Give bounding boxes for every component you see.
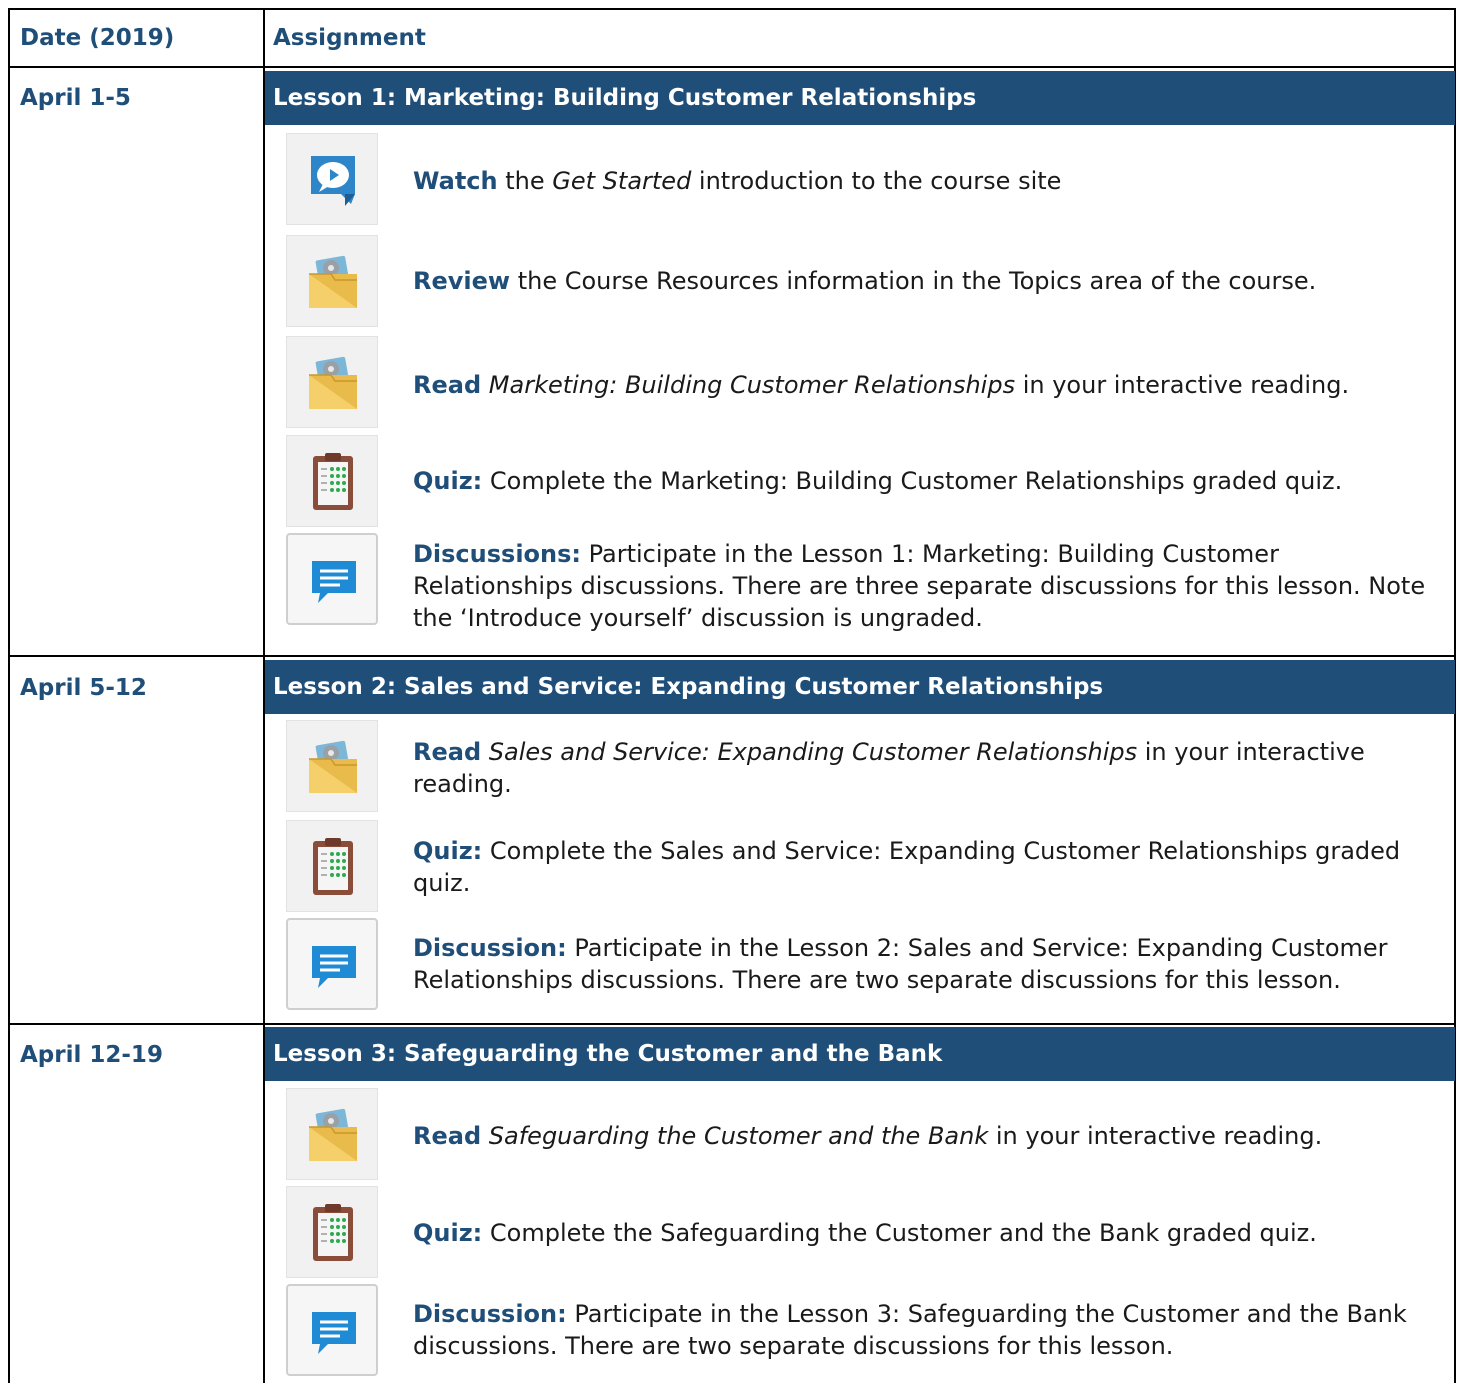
- assignment-column-header: Assignment: [273, 25, 426, 51]
- assignment-action: Discussion:: [413, 1300, 567, 1328]
- resources-folder-icon: [286, 1088, 378, 1180]
- quiz-clipboard-icon: [286, 820, 378, 912]
- row-divider: [8, 655, 1456, 657]
- assignment-description: [481, 1122, 489, 1150]
- assignment-action: Quiz:: [413, 837, 483, 865]
- lesson-date: April 1-5: [20, 85, 131, 111]
- assignment-text: Watch the Get Started introduction to th…: [413, 165, 1443, 197]
- date-column-header: Date (2019): [20, 25, 175, 51]
- assignment-item: Read Sales and Service: Expanding Custom…: [286, 720, 1446, 816]
- assignment-description: Complete the Safeguarding the Customer a…: [482, 1219, 1317, 1247]
- assignment-action: Quiz:: [413, 467, 483, 495]
- resources-folder-icon: [286, 235, 378, 327]
- assignment-schedule-table: Date (2019) Assignment April 1-5 April 5…: [0, 0, 1460, 1383]
- assignment-text: Quiz: Complete the Safeguarding the Cust…: [413, 1217, 1443, 1249]
- assignment-item: Discussions: Participate in the Lesson 1…: [286, 533, 1446, 653]
- assignment-item: Read Safeguarding the Customer and the B…: [286, 1088, 1446, 1184]
- row-divider: [8, 1023, 1456, 1025]
- assignment-description: [481, 738, 489, 766]
- video-chat-icon: [286, 133, 378, 225]
- assignment-text: Discussion: Participate in the Lesson 2:…: [413, 932, 1443, 996]
- assignment-item: Watch the Get Started introduction to th…: [286, 133, 1446, 229]
- assignment-action: Read: [413, 738, 482, 766]
- lesson-date: April 5-12: [20, 675, 147, 701]
- assignment-action: Read: [413, 1122, 482, 1150]
- resources-folder-icon: [286, 336, 378, 428]
- lesson-date: April 12-19: [20, 1042, 163, 1068]
- lesson-title: Lesson 1: Marketing: Building Customer R…: [273, 85, 977, 111]
- lesson-title-bar: Lesson 3: Safeguarding the Customer and …: [265, 1027, 1455, 1081]
- assignment-action: Review: [413, 267, 511, 295]
- resources-folder-icon: [286, 720, 378, 812]
- assignment-text: Quiz: Complete the Sales and Service: Ex…: [413, 835, 1443, 899]
- assignment-reading-title: Marketing: Building Customer Relationshi…: [488, 371, 1016, 399]
- assignment-reading-title: Sales and Service: Expanding Customer Re…: [488, 738, 1138, 766]
- assignment-item: Discussion: Participate in the Lesson 3:…: [286, 1284, 1446, 1382]
- discussion-bubble-icon: [286, 533, 378, 625]
- assignment-description: Complete the Marketing: Building Custome…: [482, 467, 1343, 495]
- assignment-description: [481, 371, 489, 399]
- discussion-bubble-icon: [286, 918, 378, 1010]
- quiz-clipboard-icon: [286, 1186, 378, 1278]
- lesson-title: Lesson 3: Safeguarding the Customer and …: [273, 1041, 943, 1067]
- assignment-description: in your interactive reading.: [988, 1122, 1323, 1150]
- assignment-description: in your interactive reading.: [1015, 371, 1350, 399]
- assignment-item: Quiz: Complete the Safeguarding the Cust…: [286, 1186, 1446, 1282]
- row-divider: [8, 66, 1456, 68]
- discussion-bubble-icon: [286, 1284, 378, 1376]
- assignment-item: Discussion: Participate in the Lesson 2:…: [286, 918, 1446, 1020]
- assignment-action: Watch: [413, 167, 498, 195]
- assignment-text: Discussion: Participate in the Lesson 3:…: [413, 1298, 1443, 1362]
- assignment-description: introduction to the course site: [691, 167, 1062, 195]
- assignment-action: Discussion:: [413, 934, 567, 962]
- quiz-clipboard-icon: [286, 435, 378, 527]
- assignment-item: Review the Course Resources information …: [286, 235, 1446, 331]
- assignment-action: Quiz:: [413, 1219, 483, 1247]
- assignment-item: Quiz: Complete the Marketing: Building C…: [286, 435, 1446, 529]
- assignment-reading-title: Get Started: [552, 167, 692, 195]
- assignment-item: Quiz: Complete the Sales and Service: Ex…: [286, 820, 1446, 916]
- lesson-title-bar: Lesson 1: Marketing: Building Customer R…: [265, 71, 1455, 125]
- assignment-description: the: [497, 167, 553, 195]
- table-border-top: [8, 8, 1456, 10]
- assignment-reading-title: Safeguarding the Customer and the Bank: [488, 1122, 989, 1150]
- assignment-description: the Course Resources information in the …: [510, 267, 1317, 295]
- assignment-text: Read Sales and Service: Expanding Custom…: [413, 736, 1443, 800]
- assignment-text: Read Safeguarding the Customer and the B…: [413, 1120, 1443, 1152]
- assignment-action: Read: [413, 371, 482, 399]
- assignment-description: Complete the Sales and Service: Expandin…: [413, 837, 1401, 897]
- lesson-title: Lesson 2: Sales and Service: Expanding C…: [273, 674, 1104, 700]
- assignment-text: Review the Course Resources information …: [413, 265, 1443, 297]
- assignment-action: Discussions:: [413, 540, 581, 568]
- assignment-text: Quiz: Complete the Marketing: Building C…: [413, 465, 1443, 497]
- lesson-title-bar: Lesson 2: Sales and Service: Expanding C…: [265, 660, 1455, 714]
- table-border-left: [8, 8, 10, 1383]
- assignment-item: Read Marketing: Building Customer Relati…: [286, 336, 1446, 432]
- assignment-text: Discussions: Participate in the Lesson 1…: [413, 538, 1443, 634]
- assignment-text: Read Marketing: Building Customer Relati…: [413, 369, 1443, 401]
